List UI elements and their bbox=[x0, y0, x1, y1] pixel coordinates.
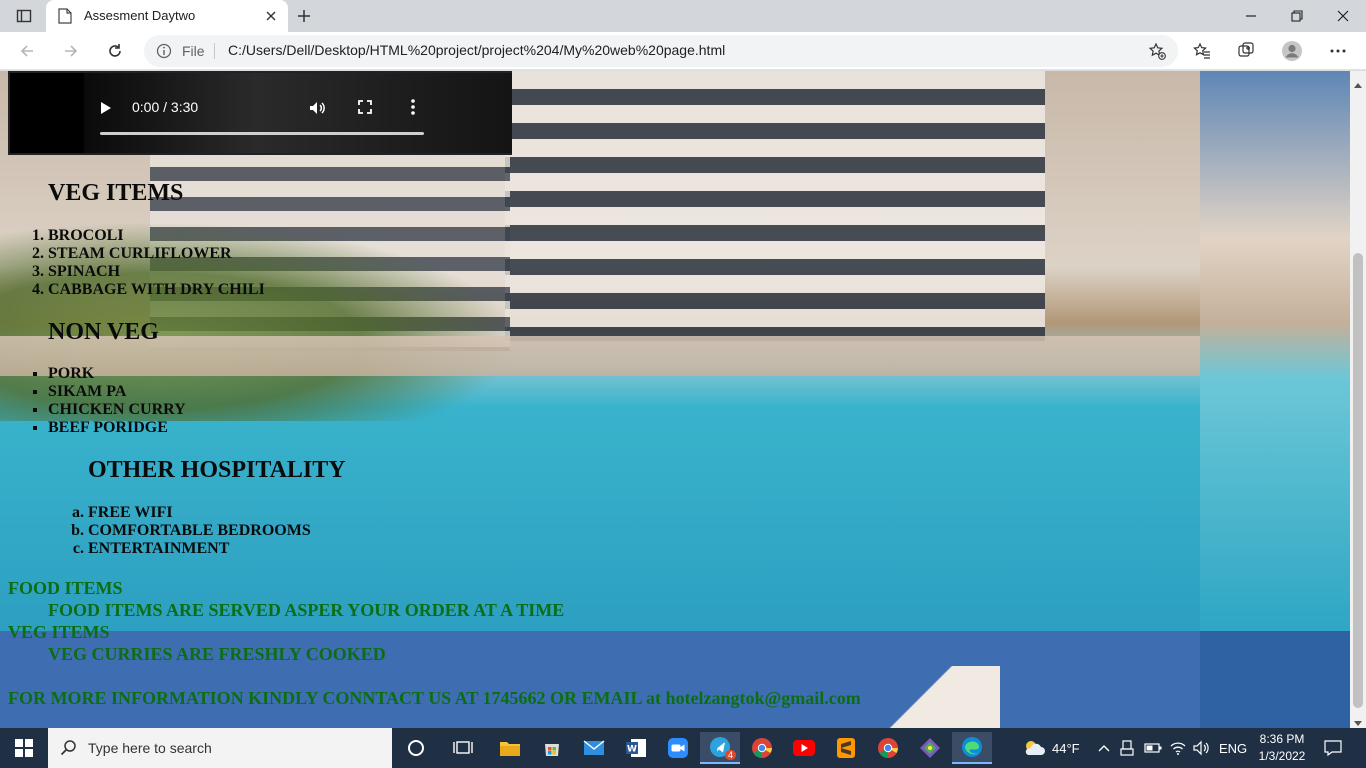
restore-icon[interactable] bbox=[1274, 0, 1320, 32]
list-item: SIKAM PA bbox=[48, 383, 186, 401]
clock-time: 8:36 PM bbox=[1259, 732, 1305, 746]
wifi-icon[interactable] bbox=[1170, 728, 1186, 768]
close-window-icon[interactable] bbox=[1320, 0, 1366, 32]
chrome-profile-icon[interactable] bbox=[868, 732, 908, 764]
chrome-icon[interactable] bbox=[742, 732, 782, 764]
video-more-icon[interactable] bbox=[410, 98, 416, 121]
veg-items-list: BROCOLI STEAM CURLIFLOWER SPINACH CABBAG… bbox=[48, 227, 265, 299]
list-item: COMFORTABLE BEDROOMS bbox=[88, 522, 311, 540]
url-text[interactable]: C:/Users/Dell/Desktop/HTML%20project/pro… bbox=[228, 42, 725, 58]
sublime-text-icon[interactable] bbox=[826, 732, 866, 764]
veg-items-term: VEG ITEMS bbox=[8, 622, 110, 642]
clock-date: 1/3/2022 bbox=[1258, 749, 1306, 763]
microsoft-store-icon[interactable] bbox=[532, 732, 572, 764]
list-item: STEAM CURLIFLOWER bbox=[48, 245, 265, 263]
page-icon bbox=[58, 8, 72, 29]
search-icon bbox=[60, 739, 78, 762]
favorites-icon[interactable] bbox=[1189, 38, 1215, 64]
browser-toolbar: File C:/Users/Dell/Desktop/HTML%20projec… bbox=[0, 32, 1366, 70]
hospitality-list: FREE WIFI COMFORTABLE BEDROOMS ENTERTAIN… bbox=[88, 504, 311, 558]
divider bbox=[214, 43, 215, 59]
battery-icon[interactable] bbox=[1144, 728, 1162, 768]
task-view-icon[interactable] bbox=[443, 732, 483, 764]
taskbar-clock[interactable]: 8:36 PM 1/3/2022 bbox=[1250, 731, 1314, 765]
list-item: ENTERTAINMENT bbox=[88, 540, 311, 558]
profile-avatar-icon[interactable] bbox=[1279, 38, 1305, 64]
word-icon[interactable]: W bbox=[616, 732, 656, 764]
volume-tray-icon[interactable] bbox=[1192, 728, 1210, 768]
svg-text:W: W bbox=[627, 745, 637, 755]
info-icon[interactable] bbox=[156, 43, 172, 64]
weather-cloud-icon bbox=[1025, 741, 1045, 755]
close-tab-icon[interactable] bbox=[262, 7, 280, 25]
new-tab-icon[interactable] bbox=[292, 5, 316, 27]
youtube-icon[interactable] bbox=[784, 732, 824, 764]
background-sky-strip bbox=[1200, 631, 1350, 728]
list-item: FREE WIFI bbox=[88, 504, 311, 522]
mail-icon[interactable] bbox=[574, 732, 614, 764]
food-items-term: FOOD ITEMS bbox=[8, 578, 123, 598]
tab-title: Assesment Daytwo bbox=[84, 8, 196, 23]
list-item: SPINACH bbox=[48, 263, 265, 281]
veg-items-heading: VEG ITEMS bbox=[48, 180, 184, 206]
cortana-icon[interactable] bbox=[396, 732, 436, 764]
notifications-icon[interactable] bbox=[1324, 728, 1342, 768]
video-time: 0:00 / 3:30 bbox=[132, 99, 199, 115]
food-items-description: FOOD ITEMS ARE SERVED ASPER YOUR ORDER A… bbox=[48, 600, 565, 620]
refresh-icon[interactable] bbox=[100, 36, 130, 66]
non-veg-heading: NON VEG bbox=[48, 319, 159, 345]
list-item: CHICKEN CURRY bbox=[48, 401, 186, 419]
veg-items-description: VEG CURRIES ARE FRESHLY COOKED bbox=[48, 644, 386, 664]
fullscreen-icon[interactable] bbox=[358, 100, 372, 119]
scheme-label: File bbox=[182, 43, 205, 59]
weather-widget[interactable]: 44°F bbox=[1022, 728, 1080, 768]
show-hidden-icons-icon[interactable] bbox=[1098, 728, 1110, 768]
minimize-icon[interactable] bbox=[1228, 0, 1274, 32]
background-repeat-strip bbox=[1200, 71, 1350, 631]
non-veg-list: PORK SIKAM PA CHICKEN CURRY BEEF PORIDGE bbox=[48, 365, 186, 437]
telegram-icon[interactable]: 4 bbox=[700, 732, 740, 764]
more-options-icon[interactable] bbox=[1325, 38, 1351, 64]
video-controls: 0:00 / 3:30 bbox=[92, 91, 438, 135]
video-progress-bar[interactable] bbox=[100, 132, 424, 135]
edge-icon[interactable] bbox=[952, 732, 992, 764]
add-favorite-icon[interactable] bbox=[1148, 42, 1166, 65]
tab-actions-icon[interactable] bbox=[8, 4, 40, 28]
forward-icon[interactable] bbox=[56, 36, 86, 66]
scrollbar-thumb[interactable] bbox=[1353, 253, 1363, 708]
search-placeholder: Type here to search bbox=[88, 740, 212, 756]
browser-tab[interactable]: Assesment Daytwo bbox=[46, 0, 288, 32]
back-icon[interactable] bbox=[12, 36, 42, 66]
list-item: CABBAGE WITH DRY CHILI bbox=[48, 281, 265, 299]
other-hospitality-heading: OTHER HOSPITALITY bbox=[88, 457, 346, 483]
git-tools-icon[interactable] bbox=[910, 732, 950, 764]
zoom-icon[interactable] bbox=[658, 732, 698, 764]
weather-temperature: 44°F bbox=[1052, 740, 1080, 756]
windows-start-icon[interactable] bbox=[0, 728, 48, 768]
vertical-scrollbar[interactable] bbox=[1350, 71, 1366, 728]
language-indicator[interactable]: ENG bbox=[1219, 728, 1247, 768]
contact-info: FOR MORE INFORMATION KINDLY CONNTACT US … bbox=[8, 688, 861, 708]
scroll-up-icon[interactable] bbox=[1354, 75, 1362, 93]
taskbar-search-box[interactable]: Type here to search bbox=[48, 728, 392, 768]
notification-badge: 4 bbox=[724, 750, 736, 760]
list-item: PORK bbox=[48, 365, 186, 383]
address-bar[interactable]: File C:/Users/Dell/Desktop/HTML%20projec… bbox=[144, 35, 1178, 67]
windows-taskbar: Type here to search W 4 44°F ENG 8:36 PM… bbox=[0, 728, 1366, 768]
tab-strip: Assesment Daytwo bbox=[0, 0, 1366, 32]
list-item: BEEF PORIDGE bbox=[48, 419, 186, 437]
play-icon[interactable] bbox=[100, 101, 112, 120]
video-player[interactable]: 0:00 / 3:30 bbox=[8, 71, 512, 155]
tower-graphic bbox=[860, 666, 1000, 728]
volume-icon[interactable] bbox=[308, 99, 326, 122]
usb-device-icon[interactable] bbox=[1120, 728, 1134, 768]
file-explorer-icon[interactable] bbox=[490, 732, 530, 764]
collections-icon[interactable] bbox=[1233, 38, 1259, 64]
list-item: BROCOLI bbox=[48, 227, 265, 245]
hotel-building-graphic bbox=[505, 71, 1045, 341]
page-viewport: 0:00 / 3:30 VEG ITEMS BROCOLI STEAM CURL… bbox=[0, 71, 1350, 728]
